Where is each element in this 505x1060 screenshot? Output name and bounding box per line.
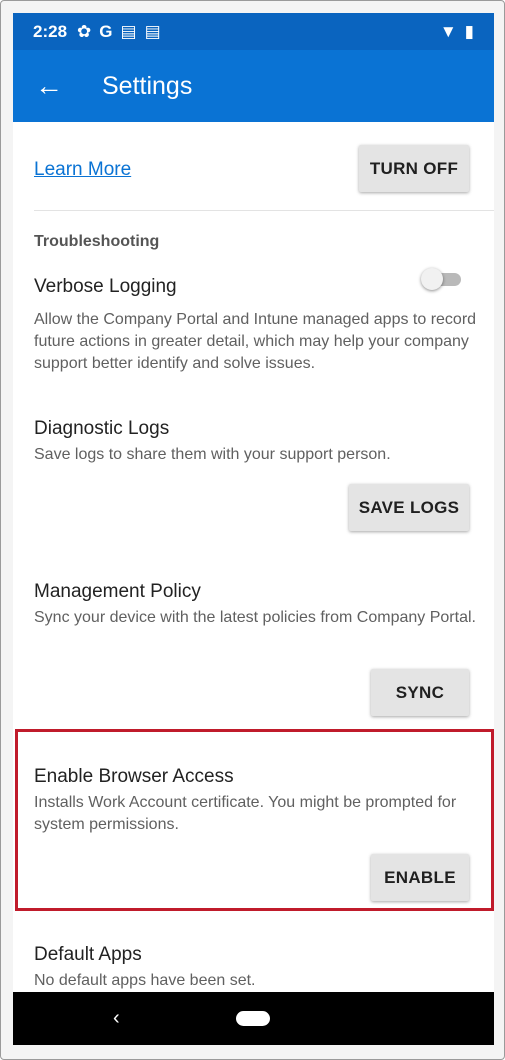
learn-more-link[interactable]: Learn More: [34, 159, 131, 181]
page-title: Settings: [102, 71, 193, 100]
diagnostic-logs-title: Diagnostic Logs: [34, 418, 170, 439]
enable-browser-access-description: Installs Work Account certificate. You m…: [34, 794, 457, 833]
management-policy-title: Management Policy: [34, 581, 201, 602]
verbose-logging-toggle[interactable]: [421, 268, 461, 290]
settings-content[interactable]: Learn More TURN OFF Troubleshooting Verb…: [13, 122, 494, 992]
enable-button[interactable]: ENABLE: [371, 854, 469, 901]
home-pill-icon[interactable]: [236, 1011, 270, 1026]
google-icon: G: [99, 21, 113, 41]
toggle-thumb: [421, 268, 443, 290]
status-time: 2:28: [33, 21, 68, 41]
default-apps-description: No default apps have been set.: [34, 972, 256, 989]
system-nav-bar: ‹: [13, 992, 494, 1045]
management-policy-description: Sync your device with the latest policie…: [34, 609, 476, 626]
turn-off-button[interactable]: TURN OFF: [359, 145, 469, 192]
calendar-icon: ▤: [144, 21, 161, 41]
sync-button[interactable]: SYNC: [371, 669, 469, 716]
enable-browser-access-title: Enable Browser Access: [34, 766, 234, 787]
verbose-logging-title: Verbose Logging: [34, 276, 177, 297]
battery-icon: ▮: [464, 21, 474, 41]
save-logs-button[interactable]: SAVE LOGS: [349, 484, 469, 531]
diagnostic-logs-description: Save logs to share them with your suppor…: [34, 446, 391, 463]
screenshot-frame: 2:28 ✿ G ▤ ▤ ▼ ▮ ← Settings Learn More T…: [0, 0, 505, 1060]
back-arrow-icon[interactable]: ←: [13, 70, 77, 102]
app-bar: ← Settings: [13, 50, 494, 122]
section-header-troubleshooting: Troubleshooting: [34, 233, 160, 250]
status-bar: 2:28 ✿ G ▤ ▤ ▼ ▮: [13, 13, 494, 50]
phone-screen: 2:28 ✿ G ▤ ▤ ▼ ▮ ← Settings Learn More T…: [13, 13, 494, 1045]
wifi-icon: ▼: [439, 21, 457, 41]
gear-icon: ✿: [77, 21, 92, 41]
nav-back-icon[interactable]: ‹: [113, 1007, 120, 1030]
calendar-icon: ▤: [120, 21, 137, 41]
divider: [34, 210, 494, 211]
default-apps-title: Default Apps: [34, 944, 142, 965]
verbose-logging-description: Allow the Company Portal and Intune mana…: [34, 311, 477, 372]
